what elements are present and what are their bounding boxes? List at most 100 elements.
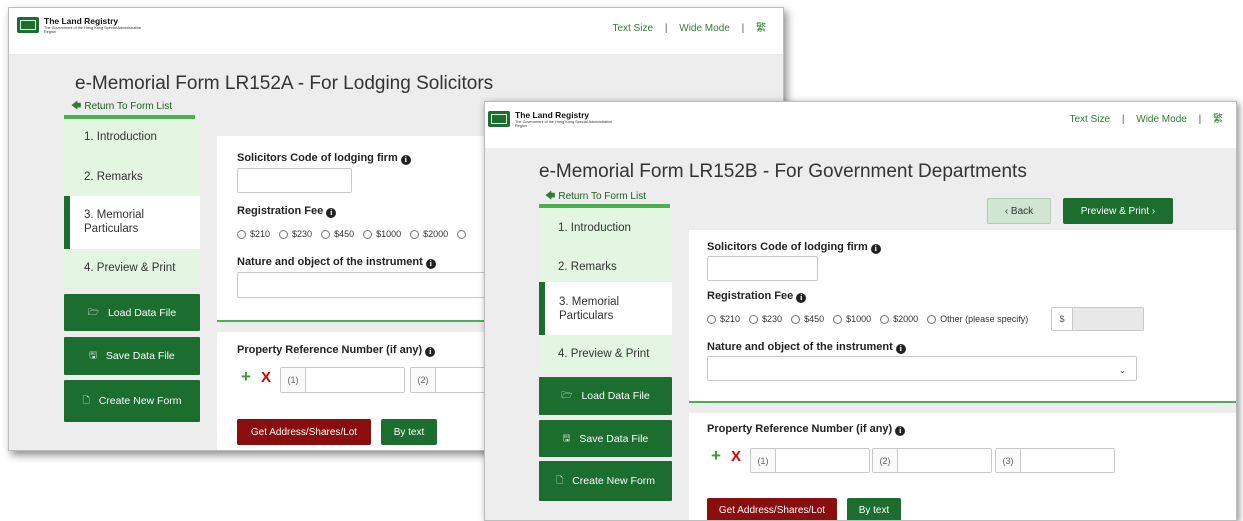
fee-option-1000[interactable]: $1000	[363, 229, 401, 239]
brand-subtitle: The Government of the Hong Kong Special …	[44, 26, 142, 35]
brand-subtitle: The Government of the Hong Kong Special …	[515, 120, 613, 129]
fee-option-210[interactable]: $210	[237, 229, 270, 239]
text-size-link[interactable]: Text Size	[1070, 114, 1111, 125]
land-registry-logo-icon	[488, 111, 510, 127]
return-arrow-icon: 🡄	[545, 191, 556, 202]
sidebar-item-memorial-particulars[interactable]: 3. Memorial Particulars	[539, 282, 672, 335]
radio-icon	[749, 314, 759, 324]
property-reference-label: Property Reference Number (if any) i	[237, 344, 436, 357]
info-icon[interactable]: i	[895, 344, 906, 354]
nature-object-select[interactable]: ⌄	[707, 356, 1137, 381]
sidebar-item-remarks[interactable]: 2. Remarks	[539, 248, 672, 286]
create-new-form-button[interactable]: 🗋 Create New Form	[64, 380, 200, 422]
sidebar-item-memorial-particulars[interactable]: 3. Memorial Particulars	[64, 196, 200, 249]
fee-option-230[interactable]: $230	[279, 229, 312, 239]
info-icon[interactable]: i	[895, 426, 906, 436]
radio-icon	[321, 229, 331, 239]
property-reference-input-1[interactable]: (1)	[280, 367, 405, 393]
nature-object-label: Nature and object of the instrument i	[237, 256, 436, 269]
top-links-separator: |	[1121, 114, 1125, 125]
return-to-form-list-link[interactable]: 🡄 Return To Form List	[71, 99, 172, 116]
land-registry-logo[interactable]: The Land Registry The Government of the …	[17, 17, 154, 35]
radio-icon	[237, 229, 246, 239]
info-icon[interactable]: i	[400, 155, 411, 165]
add-reference-icon[interactable]: +	[711, 446, 721, 466]
other-fee-amount-disabled	[1073, 308, 1143, 330]
save-data-file-button[interactable]: 🖫 Save Data File	[539, 420, 672, 457]
back-button[interactable]: ‹ Back	[987, 198, 1051, 224]
fee-option-210[interactable]: $210	[707, 314, 740, 324]
registration-fee-label: Registration Fee i	[237, 205, 337, 218]
load-data-file-button[interactable]: 🗁 Load Data File	[64, 294, 200, 331]
header-bar: The Land Registry The Government of the …	[485, 102, 1236, 148]
property-reference-input-1[interactable]: (1)	[750, 448, 870, 473]
fee-option-450[interactable]: $450	[321, 229, 354, 239]
sidebar-item-introduction[interactable]: 1. Introduction	[64, 119, 200, 157]
info-icon[interactable]: i	[425, 259, 436, 269]
top-links-separator: |	[1198, 114, 1202, 125]
save-icon: 🖫	[89, 350, 97, 360]
solicitors-code-label: Solicitors Code of lodging firm i	[237, 152, 411, 165]
top-links: Text Size | Wide Mode | 繁	[610, 19, 770, 34]
land-registry-logo[interactable]: The Land Registry The Government of the …	[488, 111, 625, 129]
page-title: e-Memorial Form LR152B - For Government …	[539, 161, 1027, 182]
get-address-shares-lot-button[interactable]: Get Address/Shares/Lot	[707, 498, 837, 520]
new-file-icon: 🗋	[82, 395, 90, 405]
currency-prefix: $	[1052, 308, 1073, 330]
wide-mode-link[interactable]: Wide Mode	[1136, 114, 1187, 125]
save-icon: 🖫	[562, 432, 571, 443]
nature-object-label: Nature and object of the instrument i	[707, 341, 906, 354]
top-links: Text Size | Wide Mode | 繁	[1067, 110, 1227, 125]
radio-icon	[791, 314, 801, 324]
new-file-icon: 🗋	[555, 475, 564, 485]
radio-icon	[707, 314, 716, 324]
land-registry-logo-icon	[17, 17, 39, 33]
brand-name: The Land Registry	[515, 110, 590, 120]
create-new-form-button[interactable]: 🗋 Create New Form	[539, 461, 672, 501]
property-reference-input-3[interactable]: (3)	[995, 448, 1115, 473]
fee-option-230[interactable]: $230	[749, 314, 782, 324]
info-icon[interactable]: i	[796, 293, 807, 303]
fee-option-1000[interactable]: $1000	[833, 314, 871, 324]
other-fee-amount-input[interactable]: $	[1051, 307, 1144, 331]
remove-reference-icon[interactable]: X	[261, 369, 271, 386]
solicitors-code-input[interactable]	[237, 168, 352, 193]
sidebar-item-introduction[interactable]: 1. Introduction	[539, 208, 672, 247]
sidebar-item-preview-print[interactable]: 4. Preview & Print	[539, 335, 672, 373]
language-link[interactable]: 繁	[756, 23, 766, 34]
text-size-link[interactable]: Text Size	[613, 23, 654, 34]
section-divider	[689, 401, 1236, 403]
info-icon[interactable]: i	[425, 347, 436, 357]
fee-option-other[interactable]: Other (please specify)	[927, 314, 1028, 324]
remove-reference-icon[interactable]: X	[731, 448, 741, 465]
wide-mode-link[interactable]: Wide Mode	[679, 23, 730, 34]
reference-prefix: (3)	[996, 449, 1021, 472]
header-bar: The Land Registry The Government of the …	[9, 8, 783, 54]
registration-fee-label: Registration Fee i	[707, 290, 807, 303]
info-icon[interactable]: i	[326, 208, 337, 218]
preview-print-button[interactable]: Preview & Print ›	[1063, 198, 1173, 224]
fee-option-other[interactable]	[457, 229, 470, 239]
by-text-button[interactable]: By text	[847, 498, 901, 520]
return-arrow-icon: 🡄	[71, 101, 82, 112]
fee-option-2000[interactable]: $2000	[410, 229, 448, 239]
add-reference-icon[interactable]: +	[241, 367, 251, 387]
top-links-separator: |	[741, 23, 745, 34]
window-lr152b: The Land Registry The Government of the …	[484, 101, 1237, 521]
radio-icon	[410, 229, 420, 239]
by-text-button[interactable]: By text	[381, 419, 437, 445]
property-reference-input-2[interactable]: (2)	[872, 448, 992, 473]
fee-option-450[interactable]: $450	[791, 314, 824, 324]
load-data-file-button[interactable]: 🗁 Load Data File	[539, 377, 672, 415]
get-address-shares-lot-button[interactable]: Get Address/Shares/Lot	[237, 419, 371, 445]
folder-icon: 🗁	[561, 390, 573, 400]
fee-option-2000[interactable]: $2000	[880, 314, 918, 324]
sidebar-item-preview-print[interactable]: 4. Preview & Print	[64, 250, 200, 288]
language-link[interactable]: 繁	[1213, 114, 1223, 125]
radio-icon	[279, 229, 289, 239]
solicitors-code-input[interactable]	[707, 256, 818, 281]
info-icon[interactable]: i	[870, 244, 881, 254]
top-links-separator: |	[664, 23, 668, 34]
save-data-file-button[interactable]: 🖫 Save Data File	[64, 337, 200, 375]
sidebar-item-remarks[interactable]: 2. Remarks	[64, 158, 200, 196]
